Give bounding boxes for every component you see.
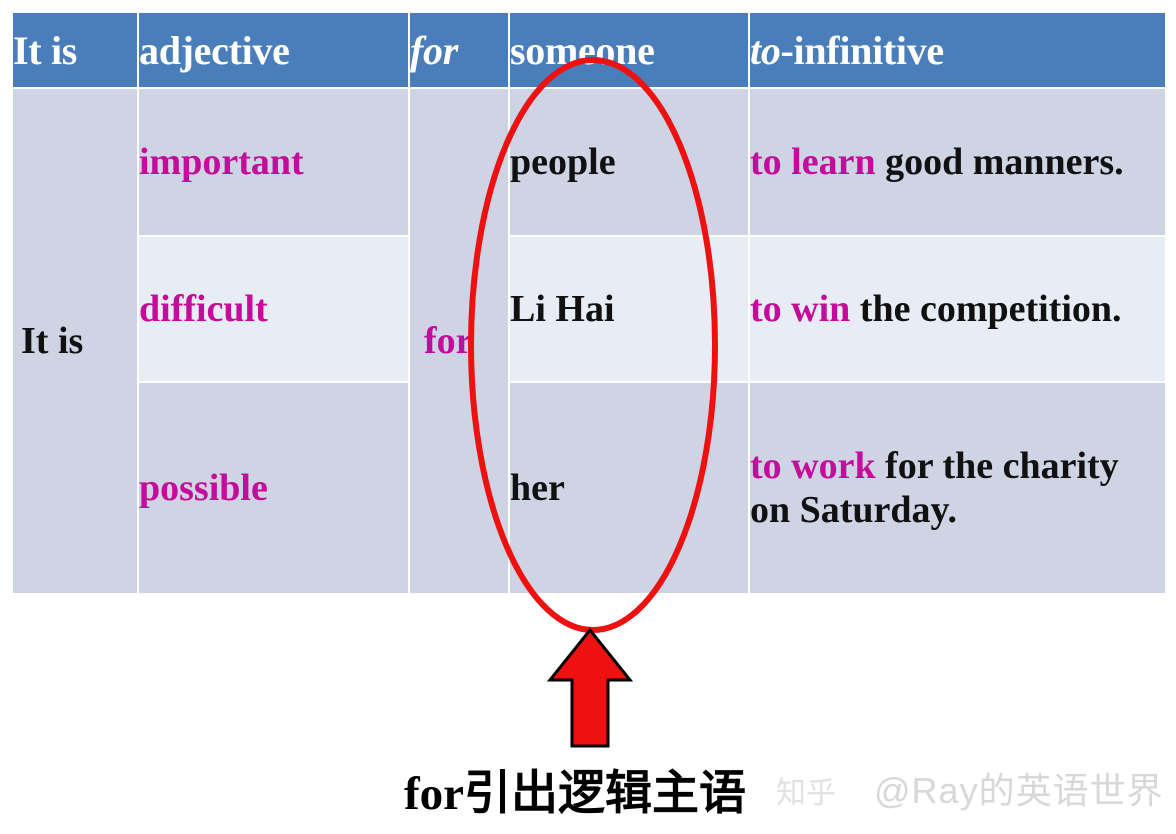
- table-row: possible her to work for the charity on …: [12, 381, 1167, 595]
- cell-someone-3: her: [508, 381, 750, 595]
- adjective-text-3: possible: [139, 466, 268, 509]
- infinitive-space-2: [850, 288, 860, 330]
- infinitive-verb-2: to win: [750, 287, 851, 330]
- column-header-to-italic: to: [750, 27, 781, 73]
- column-header-to-infinitive: to-infinitive: [748, 11, 1167, 89]
- infinitive-verb-3: to work: [750, 444, 876, 487]
- cell-someone-2: Li Hai: [508, 235, 750, 383]
- cell-infinitive-1: to learn good manners.: [748, 87, 1167, 237]
- column-header-it-is: It is: [11, 11, 139, 89]
- slide-canvas: It is adjective for someone to-infinitiv…: [0, 0, 1176, 834]
- infinitive-space-3: [876, 445, 886, 487]
- table-header-row: It is adjective for someone to-infinitiv…: [11, 11, 1167, 89]
- infinitive-rest-1: [876, 141, 886, 183]
- table-body: It is important for people to learn good…: [11, 87, 1167, 595]
- annotation-caption: for引出逻辑主语: [404, 768, 747, 820]
- red-up-arrow: [546, 627, 634, 748]
- cell-infinitive-3: to work for the charity on Saturday.: [748, 381, 1167, 595]
- column-header-someone: someone: [508, 11, 750, 89]
- watermark-logo: 知乎: [776, 777, 836, 810]
- infinitive-verb-1: to learn: [750, 140, 876, 183]
- cell-for-span: for: [408, 87, 510, 595]
- cell-adjective-1: important: [137, 87, 410, 237]
- watermark-handle: @Ray的英语世界: [874, 770, 1164, 811]
- infinitive-rest-text-2: the competition.: [859, 287, 1122, 330]
- table-row: It is important for people to learn good…: [11, 87, 1167, 595]
- infinitive-rest-text-1: good manners.: [885, 140, 1124, 183]
- cell-adjective-2: difficult: [137, 235, 410, 383]
- adjective-text-2: difficult: [139, 287, 268, 330]
- cell-adjective-3: possible: [137, 381, 410, 595]
- adjective-text-1: important: [139, 140, 304, 183]
- column-header-infinitive-rest: -infinitive: [780, 27, 945, 73]
- cell-infinitive-2: to win the competition.: [748, 235, 1167, 383]
- table-row: difficult Li Hai to win the competition.: [12, 235, 1167, 383]
- cell-someone-1: people: [508, 87, 750, 237]
- table-header: It is adjective for someone to-infinitiv…: [11, 11, 1167, 89]
- cell-it-is-span: It is: [11, 87, 139, 595]
- column-header-for: for: [408, 11, 510, 89]
- column-header-adjective: adjective: [137, 11, 410, 89]
- column-header-for-italic: for: [410, 27, 458, 73]
- grammar-pattern-table: It is adjective for someone to-infinitiv…: [11, 11, 1167, 595]
